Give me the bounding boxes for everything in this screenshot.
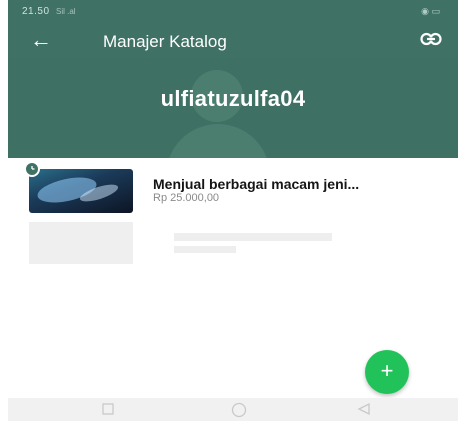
- profile-name: ulfiatuzulfa04: [160, 86, 306, 111]
- loading-placeholder-line: [174, 233, 332, 241]
- status-right-icons: ◉ ▭: [421, 6, 440, 16]
- loading-placeholder-thumbnail: [29, 222, 133, 264]
- system-nav-bar: [8, 398, 458, 421]
- clock-icon: [24, 161, 40, 177]
- add-item-button[interactable]: +: [365, 350, 409, 394]
- triangle-back-icon[interactable]: [356, 402, 372, 421]
- page-title: Manajer Katalog: [103, 32, 227, 51]
- status-time: 21.50: [22, 6, 50, 17]
- circle-icon[interactable]: [230, 402, 248, 421]
- loading-placeholder-line: [174, 246, 236, 253]
- arrow-left-icon[interactable]: ←: [30, 28, 52, 52]
- status-bar: 21.50 Sil .al ◉ ▭: [8, 0, 458, 24]
- link-icon[interactable]: [420, 32, 442, 51]
- item-title: Menjual berbagai macam jeni...: [153, 176, 360, 192]
- signal-indicator: Sil .al: [56, 7, 76, 16]
- catalog-item[interactable]: Menjual berbagai macam jeni... Rp 25.000…: [8, 161, 458, 218]
- phone-screen: 21.50 Sil .al ◉ ▭ ← Manajer Katalog ulfi…: [8, 0, 458, 421]
- square-icon[interactable]: [101, 402, 115, 421]
- item-thumbnail: [29, 169, 133, 213]
- avatar-placeholder-body: [166, 124, 270, 158]
- profile-header: ulfiatuzulfa04: [8, 58, 458, 158]
- item-price: Rp 25.000,00: [153, 192, 220, 204]
- app-bar: ← Manajer Katalog: [8, 24, 458, 58]
